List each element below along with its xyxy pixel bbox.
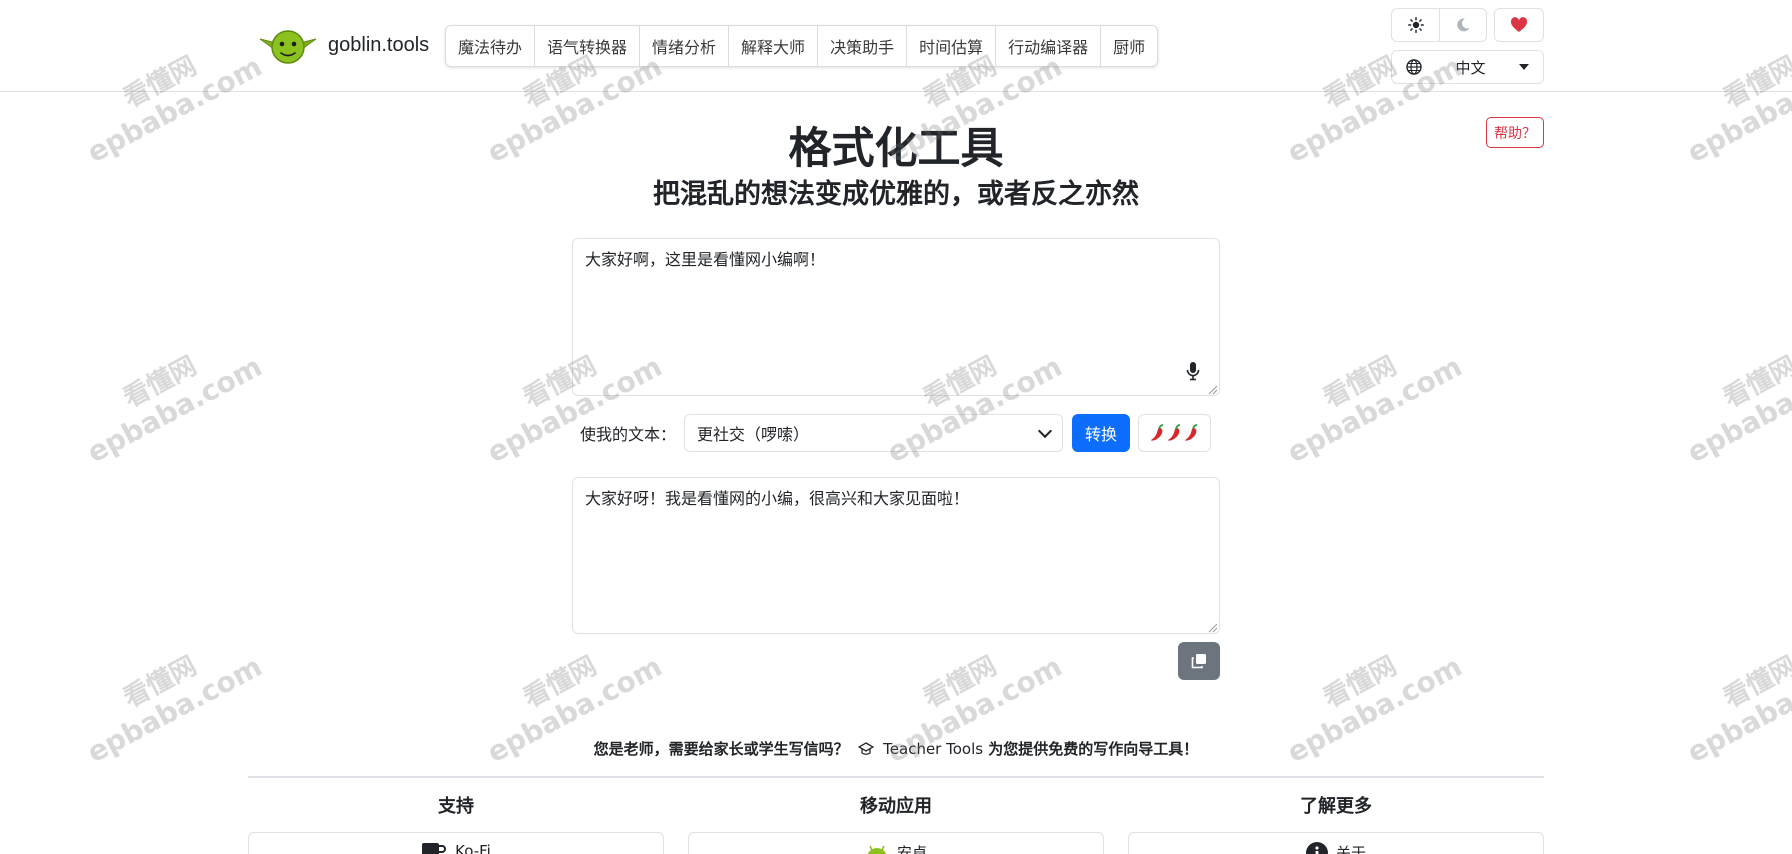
- kofi-label: Ko-Fi: [455, 842, 491, 854]
- goblin-logo-icon: [258, 25, 318, 65]
- android-app-link[interactable]: 安卓: [688, 832, 1104, 854]
- resize-grip-icon[interactable]: [1208, 385, 1218, 395]
- moon-icon: [1457, 18, 1470, 32]
- brand[interactable]: goblin.tools: [258, 24, 429, 66]
- footer-col-more: 了解更多: [1128, 792, 1544, 818]
- heart-icon: [1510, 17, 1528, 32]
- dark-theme-button[interactable]: [1439, 9, 1486, 41]
- about-link[interactable]: 关于: [1128, 832, 1544, 854]
- copy-button[interactable]: [1178, 642, 1220, 680]
- about-label: 关于: [1335, 844, 1366, 854]
- footer-divider: [248, 776, 1544, 778]
- language-value: 中文: [1455, 58, 1486, 77]
- kofi-link[interactable]: Ko-Fi: [248, 832, 664, 854]
- mode-value: 更社交（啰嗦）: [697, 425, 810, 444]
- chili-pepper-icon: [1184, 424, 1197, 441]
- mode-label: 使我的文本：: [580, 425, 677, 444]
- nav-item-time-estimator[interactable]: 时间估算: [907, 26, 997, 66]
- page-subtitle: 把混乱的想法变成优雅的，或者反之亦然: [653, 179, 1139, 210]
- android-label: 安卓: [896, 844, 927, 854]
- coffee-cup-icon: [422, 843, 447, 854]
- android-icon: [867, 845, 887, 854]
- nav-item-magic-todo[interactable]: 魔法待办: [446, 26, 536, 66]
- footer-col-mobile: 移动应用: [688, 792, 1104, 818]
- mode-select[interactable]: 更社交（啰嗦）: [684, 414, 1063, 452]
- watermark: 看懂网 epbaba.com: [1281, 349, 1468, 470]
- watermark: 看懂网 epbaba.com: [81, 349, 268, 470]
- watermark: 看懂网 epbaba.com: [1681, 349, 1792, 470]
- output-textarea[interactable]: 大家好呀！我是看懂网的小编，很高兴和大家见面啦！: [572, 477, 1220, 634]
- footer-col-support: 支持: [248, 792, 664, 818]
- footer-heading-support: 支持: [438, 796, 474, 817]
- globe-icon: [1406, 59, 1422, 75]
- conversion-controls: 使我的文本： 更社交（啰嗦） 转换: [580, 414, 1211, 452]
- input-textarea[interactable]: 大家好啊，这里是看懂网小编啊！: [572, 238, 1220, 396]
- language-select[interactable]: 中文: [1391, 50, 1544, 84]
- nav-item-chef[interactable]: 厨师: [1101, 26, 1157, 66]
- promo-tail: 为您提供免费的写作向导工具！: [988, 740, 1199, 758]
- chili-pepper-icon: [1167, 424, 1180, 441]
- footer-heading-mobile: 移动应用: [860, 796, 932, 817]
- spiciness-button[interactable]: [1138, 414, 1211, 452]
- copy-icon: [1191, 654, 1206, 669]
- sun-icon: [1407, 17, 1424, 33]
- resize-grip-icon[interactable]: [1208, 623, 1218, 633]
- microphone-icon[interactable]: [1185, 361, 1201, 381]
- nav-item-tone-converter[interactable]: 语气转换器: [535, 26, 641, 66]
- teacher-tools-promo: 您是老师，需要给家长或学生写信吗？ Teacher Tools 为您提供免费的写…: [0, 738, 1792, 759]
- light-theme-button[interactable]: [1392, 9, 1439, 41]
- caret-down-icon: [1519, 64, 1529, 70]
- tool-nav: 魔法待办 语气转换器 情绪分析 解释大师 决策助手 时间估算 行动编译器 厨师: [445, 25, 1159, 67]
- chevron-down-icon: [1037, 423, 1053, 438]
- brand-name[interactable]: goblin.tools: [328, 34, 429, 57]
- promo-lead: 您是老师，需要给家长或学生写信吗？: [593, 740, 849, 758]
- footer-heading-more: 了解更多: [1300, 796, 1372, 817]
- page-title: 格式化工具: [788, 124, 1004, 174]
- nav-item-action-compiler[interactable]: 行动编译器: [996, 26, 1102, 66]
- info-icon: [1305, 842, 1328, 854]
- teacher-tools-link[interactable]: Teacher Tools: [883, 740, 983, 758]
- theme-toggle-group: [1391, 8, 1487, 42]
- convert-button[interactable]: 转换: [1072, 414, 1130, 452]
- nav-item-sentiment[interactable]: 情绪分析: [640, 26, 730, 66]
- support-heart-button[interactable]: [1494, 8, 1544, 42]
- nav-item-explainer[interactable]: 解释大师: [729, 26, 819, 66]
- nav-item-decision-helper[interactable]: 决策助手: [818, 26, 908, 66]
- chili-pepper-icon: [1150, 424, 1163, 441]
- graduation-cap-icon: [857, 742, 874, 755]
